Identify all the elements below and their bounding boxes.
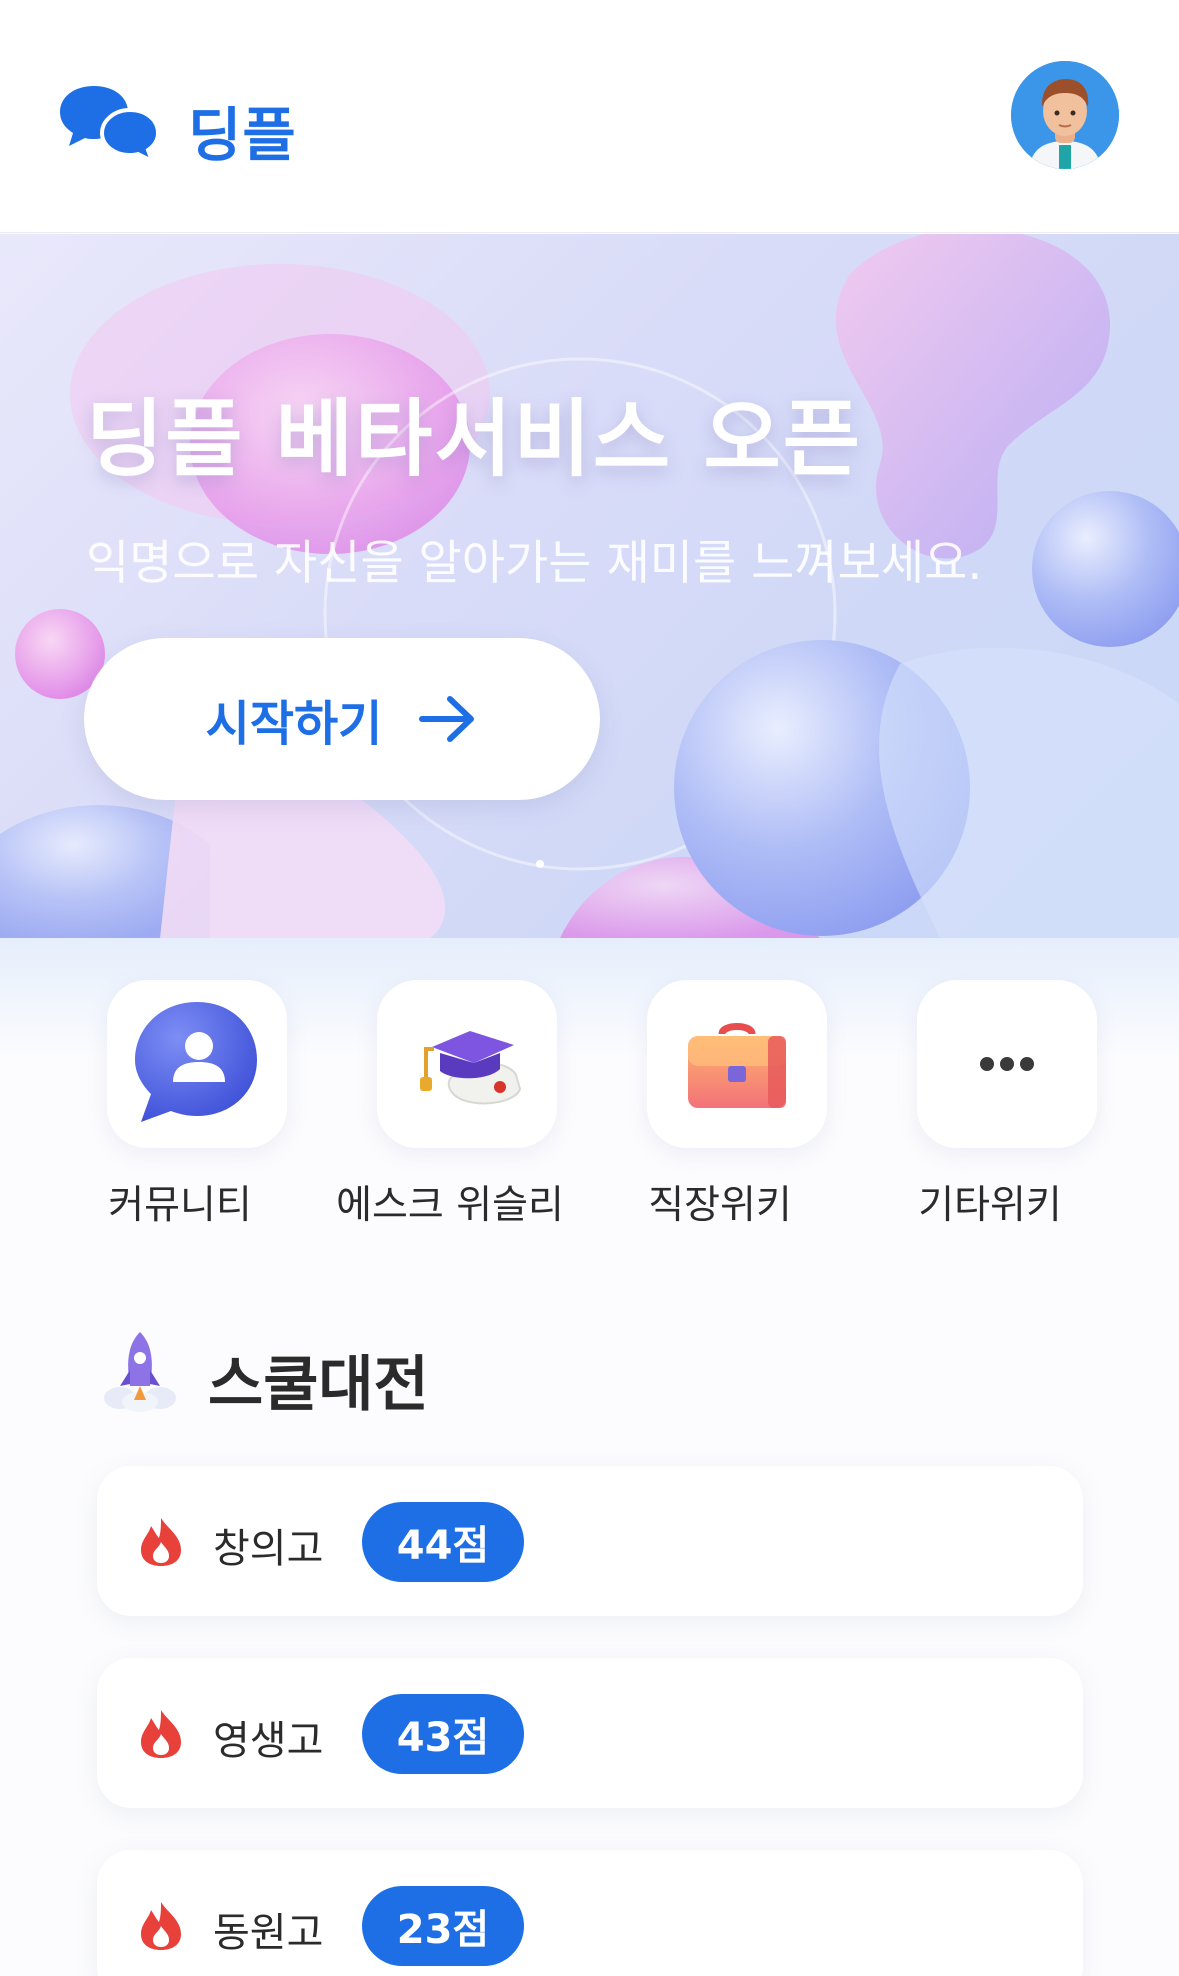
fire-icon: [141, 1710, 181, 1758]
menu-tile: [917, 980, 1097, 1148]
start-button-label: 시작하기: [205, 696, 383, 752]
menu-label-work-wiki: 직장위키: [648, 1183, 792, 1228]
arrow-right-icon: [419, 696, 475, 742]
menu-label-other-wiki: 기타위키: [918, 1183, 1062, 1228]
community-chat-icon: [135, 1002, 257, 1122]
app-header: 딩플: [0, 0, 1179, 233]
score-badge: 23점: [362, 1886, 524, 1966]
school-name: 동원고: [213, 1910, 324, 1956]
school-rank-row[interactable]: 창의고 44점: [97, 1466, 1083, 1616]
school-name: 영생고: [213, 1718, 324, 1764]
banner-title: 딩플 베타서비스 오픈: [86, 390, 863, 488]
app-logo-text: 딩플: [188, 101, 297, 169]
fire-icon: [141, 1518, 181, 1566]
chat-bubbles-icon: [60, 86, 160, 164]
promo-banner: 딩플 베타서비스 오픈 익명으로 자신을 알아가는 재미를 느껴보세요. 시작하…: [0, 234, 1179, 938]
menu-item-ask-wisely[interactable]: 에스크 위슬리: [330, 980, 570, 1240]
menu-label-community: 커뮤니티: [108, 1183, 252, 1228]
avatar-image: [1011, 61, 1119, 169]
start-button[interactable]: 시작하기: [84, 638, 600, 800]
school-rank-row[interactable]: 동원고 23점: [97, 1850, 1083, 1976]
more-dots-icon: [980, 1057, 1034, 1071]
school-name: 창의고: [213, 1526, 324, 1572]
menu-item-work-wiki[interactable]: 직장위키: [600, 980, 840, 1240]
school-rank-row[interactable]: 영생고 43점: [97, 1658, 1083, 1808]
fire-icon: [141, 1902, 181, 1950]
menu-item-other-wiki[interactable]: 기타위키: [870, 980, 1110, 1240]
menu-label-ask-wisely: 에스크 위슬리: [336, 1183, 564, 1228]
score-badge: 44점: [362, 1502, 524, 1582]
section-title-school-battle: 스쿨대전: [208, 1350, 429, 1420]
menu-tile: [107, 980, 287, 1148]
banner-subtitle: 익명으로 자신을 알아가는 재미를 느껴보세요.: [86, 536, 983, 591]
rocket-icon: [104, 1332, 176, 1412]
menu-item-community[interactable]: 커뮤니티: [60, 980, 300, 1240]
menu-tile: [647, 980, 827, 1148]
score-badge: 43점: [362, 1694, 524, 1774]
briefcase-icon: [688, 1023, 786, 1108]
user-avatar[interactable]: [1011, 61, 1119, 169]
menu-tile: [377, 980, 557, 1148]
graduation-cap-icon: [420, 1031, 522, 1105]
